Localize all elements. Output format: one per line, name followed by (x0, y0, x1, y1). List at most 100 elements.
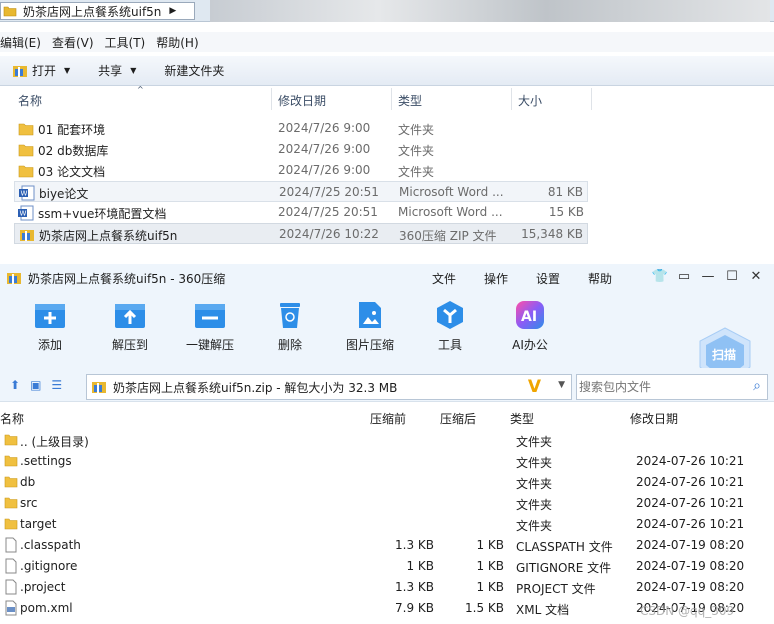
window-title: 奶茶店网上点餐系统uif5n - 360压缩 (28, 271, 226, 286)
list-item[interactable]: W ssm+vue环境配置文档 2024/7/25 20:51 Microsof… (14, 202, 588, 223)
column-compressed-after[interactable]: 压缩后 (440, 410, 476, 427)
zip-icon (20, 230, 34, 241)
list-item[interactable]: 03 论文文档 2024/7/26 9:00 文件夹 (14, 160, 588, 181)
extract-all-icon (195, 304, 225, 328)
zip-icon (7, 273, 21, 284)
zip-file-list: .. (上级目录) 文件夹 .settings 文件夹 2024-07-26 1… (0, 430, 774, 619)
menu-settings[interactable]: 设置 (536, 270, 560, 287)
column-size[interactable]: 大小 (518, 92, 542, 109)
list-item[interactable]: 奶茶店网上点餐系统uif5n 2024/7/26 10:22 360压缩 ZIP… (14, 223, 588, 244)
share-button[interactable]: 共享 ▼ (98, 62, 136, 79)
sort-up-icon: ^ (137, 85, 144, 94)
search-box: ⌕ (576, 374, 768, 400)
folder-icon (4, 455, 18, 467)
svg-text:W: W (21, 190, 28, 198)
ai-office-button[interactable]: AI AI办公 (490, 300, 570, 353)
column-name[interactable]: 名称 (18, 92, 42, 109)
column-date[interactable]: 修改日期 (630, 410, 678, 427)
trash-icon (280, 303, 300, 328)
skin-icon[interactable]: 👕 (648, 269, 672, 284)
explorer-address-bar: 奶茶店网上点餐系统uif5n ▶ (0, 0, 774, 22)
table-row[interactable]: .project 1.3 KB 1 KB PROJECT 文件 2024-07-… (0, 577, 774, 598)
minimize-button[interactable]: — (696, 269, 720, 284)
folder-icon (18, 144, 34, 157)
table-row[interactable]: src 文件夹 2024-07-26 10:21 (0, 493, 774, 514)
table-row[interactable]: .settings 文件夹 2024-07-26 10:21 (0, 451, 774, 472)
menu-help[interactable]: 帮助 (588, 270, 612, 287)
menu-operation[interactable]: 操作 (484, 270, 508, 287)
folder-icon (4, 518, 18, 530)
folder-icon (18, 165, 34, 178)
folder-icon (3, 6, 17, 17)
list-item[interactable]: 02 db数据库 2024/7/26 9:00 文件夹 (14, 139, 588, 160)
column-date[interactable]: 修改日期 (278, 92, 326, 109)
explorer-column-header: 名称 ^ 修改日期 类型 大小 (0, 85, 774, 110)
search-icon[interactable]: ⌕ (753, 378, 761, 394)
chevron-down-icon: ▼ (64, 66, 71, 75)
address-text: 奶茶店网上点餐系统uif5n (23, 4, 162, 19)
table-row[interactable]: .gitignore 1 KB 1 KB GITIGNORE 文件 2024-0… (0, 556, 774, 577)
list-item[interactable]: W biye论文 2024/7/25 20:51 Microsoft Word … (14, 181, 588, 202)
menu-edit[interactable]: 编辑(E) (0, 34, 41, 51)
menu-tools[interactable]: 工具(T) (105, 34, 146, 51)
chevron-down-icon[interactable]: ▼ (558, 380, 565, 390)
search-input[interactable] (579, 380, 739, 394)
column-name[interactable]: 名称 (0, 410, 24, 427)
close-button[interactable]: ✕ (744, 269, 768, 284)
file-icon (5, 537, 17, 553)
blurred-region (210, 0, 770, 22)
zip-title-bar: 奶茶店网上点餐系统uif5n - 360压缩 文件 操作 设置 帮助 👕 ▭ —… (0, 264, 774, 292)
word-icon: W (19, 185, 35, 201)
one-click-extract-button[interactable]: 一键解压 (170, 300, 250, 353)
file-icon (5, 579, 17, 595)
new-folder-button[interactable]: 新建文件夹 (164, 62, 224, 79)
archive-path-text: 奶茶店网上点餐系统uif5n.zip - 解包大小为 32.3 MB (113, 380, 398, 395)
list-item[interactable]: 01 配套环境 2024/7/26 9:00 文件夹 (14, 118, 588, 139)
explorer-menu-bar: 编辑(E) 查看(V) 工具(T) 帮助(H) (0, 32, 774, 52)
address-breadcrumb[interactable]: 奶茶店网上点餐系统uif5n ▶ (0, 2, 195, 20)
table-row[interactable]: .classpath 1.3 KB 1 KB CLASSPATH 文件 2024… (0, 535, 774, 556)
open-button[interactable]: 打开 ▼ (12, 62, 70, 79)
maximize-button[interactable]: ☐ (720, 269, 744, 284)
ai-icon: AI (516, 301, 544, 329)
image-compress-icon (359, 302, 381, 328)
folder-icon (4, 476, 18, 488)
table-row[interactable]: db 文件夹 2024-07-26 10:21 (0, 472, 774, 493)
explorer-toolbar: 打开 ▼ 共享 ▼ 新建文件夹 (0, 56, 774, 86)
delete-button[interactable]: 删除 (250, 300, 330, 353)
add-button[interactable]: 添加 (10, 300, 90, 353)
zip-column-header: 名称 压缩前 压缩后 类型 修改日期 (0, 408, 774, 428)
up-arrow-icon[interactable]: ⬆ (10, 378, 20, 392)
extract-icon (115, 304, 145, 328)
menu-help[interactable]: 帮助(H) (156, 34, 198, 51)
xml-icon (5, 600, 17, 616)
watermark: CSDN @qq_309 (640, 604, 735, 618)
view-list-icon[interactable]: ☰ (51, 378, 62, 392)
vip-badge-icon[interactable]: V (528, 377, 541, 397)
table-row[interactable]: .. (上级目录) 文件夹 (0, 430, 774, 451)
chevron-down-icon: ▼ (130, 66, 137, 75)
folder-icon (4, 497, 18, 509)
image-compress-button[interactable]: 图片压缩 (330, 300, 410, 353)
menu-view[interactable]: 查看(V) (52, 34, 94, 51)
archive-path-field[interactable]: 奶茶店网上点餐系统uif5n.zip - 解包大小为 32.3 MB V ▼ (86, 374, 572, 400)
column-compressed-before[interactable]: 压缩前 (370, 410, 406, 427)
add-icon (35, 304, 65, 328)
tools-icon (437, 301, 463, 329)
svg-text:AI: AI (521, 309, 537, 325)
table-row[interactable]: target 文件夹 2024-07-26 10:21 (0, 514, 774, 535)
menu-file[interactable]: 文件 (432, 270, 456, 287)
folder-icon (4, 434, 18, 446)
folder-icon (18, 123, 34, 136)
view-thumbnail-icon[interactable]: ▣ (30, 378, 41, 392)
feedback-icon[interactable]: ▭ (672, 269, 696, 284)
svg-text:W: W (20, 210, 27, 218)
tools-button[interactable]: 工具 (410, 300, 490, 353)
zip-window: 奶茶店网上点餐系统uif5n - 360压缩 文件 操作 设置 帮助 👕 ▭ —… (0, 264, 774, 624)
breadcrumb-arrow-icon[interactable]: ▶ (169, 6, 176, 16)
column-type[interactable]: 类型 (398, 92, 422, 109)
zip-icon (13, 65, 27, 77)
column-type[interactable]: 类型 (510, 410, 534, 427)
extract-to-button[interactable]: 解压到 (90, 300, 170, 353)
zip-icon (92, 382, 106, 393)
